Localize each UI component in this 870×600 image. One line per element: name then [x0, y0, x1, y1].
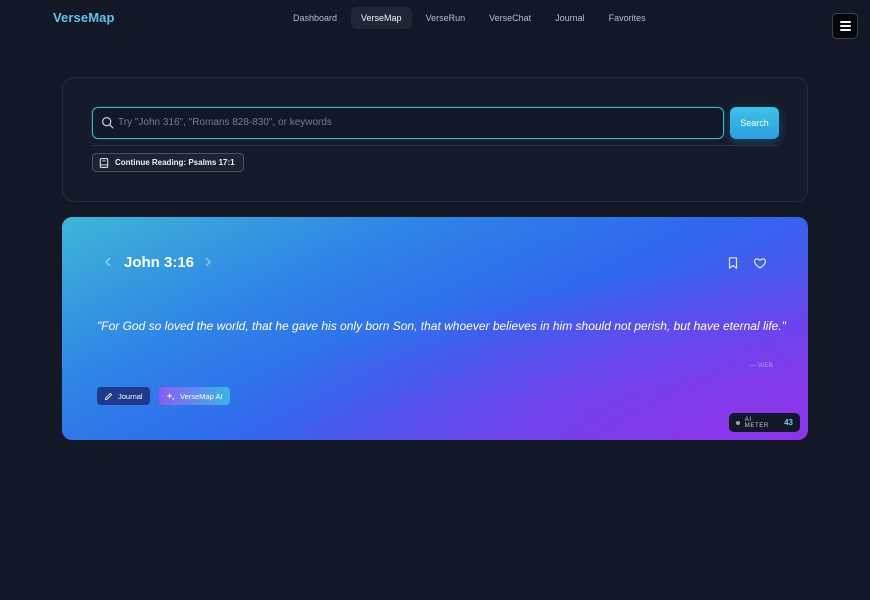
sparkles-icon: [166, 392, 175, 401]
chevron-right-icon[interactable]: [201, 255, 215, 269]
top-navigation-bar: VerseMap Dashboard VerseMap VerseRun Ver…: [0, 0, 870, 40]
search-button[interactable]: Search: [730, 107, 779, 139]
search-input[interactable]: [118, 108, 718, 137]
search-field[interactable]: [92, 107, 724, 139]
main-nav: Dashboard VerseMap VerseRun VerseChat Jo…: [283, 7, 656, 29]
nav-item-versechat[interactable]: VerseChat: [479, 7, 541, 29]
nav-item-versemap[interactable]: VerseMap: [351, 7, 412, 29]
hamburger-menu-button[interactable]: [832, 13, 858, 39]
continue-reading-button[interactable]: Continue Reading: Psalms 17:1: [92, 153, 244, 172]
book-icon: [99, 157, 109, 168]
chevron-left-icon[interactable]: [101, 255, 115, 269]
ai-meter-value: 43: [784, 418, 793, 427]
nav-item-favorites[interactable]: Favorites: [599, 7, 656, 29]
hamburger-icon: [839, 21, 851, 23]
journal-label: Journal: [118, 391, 143, 401]
brand-logo[interactable]: VerseMap: [53, 10, 115, 25]
ai-meter-badge: AI METER 43: [729, 413, 800, 432]
nav-item-dashboard[interactable]: Dashboard: [283, 7, 347, 29]
ai-meter-label: AI METER: [744, 416, 769, 429]
divider: [92, 145, 779, 146]
bookmark-icon[interactable]: [726, 256, 740, 270]
versemap-ai-label: VerseMap AI: [180, 391, 223, 401]
continue-reading-label: Continue Reading: Psalms 17:1: [115, 158, 235, 167]
nav-item-verserun[interactable]: VerseRun: [416, 7, 476, 29]
versemap-ai-button[interactable]: VerseMap AI: [159, 387, 230, 405]
verse-text: "For God so loved the world, that he gav…: [97, 319, 786, 333]
translation-label: — WEB: [749, 362, 773, 369]
heart-icon[interactable]: [753, 256, 767, 270]
journal-button[interactable]: Journal: [97, 387, 150, 405]
search-panel: Search Continue Reading: Psalms 17:1: [62, 77, 808, 202]
verse-reference: John 3:16: [124, 254, 195, 271]
verse-card: John 3:16 "For God so loved the world, t…: [62, 217, 808, 440]
nav-item-journal[interactable]: Journal: [545, 7, 595, 29]
search-icon: [102, 117, 114, 129]
status-dot-icon: [736, 420, 740, 425]
pencil-icon: [104, 392, 113, 400]
